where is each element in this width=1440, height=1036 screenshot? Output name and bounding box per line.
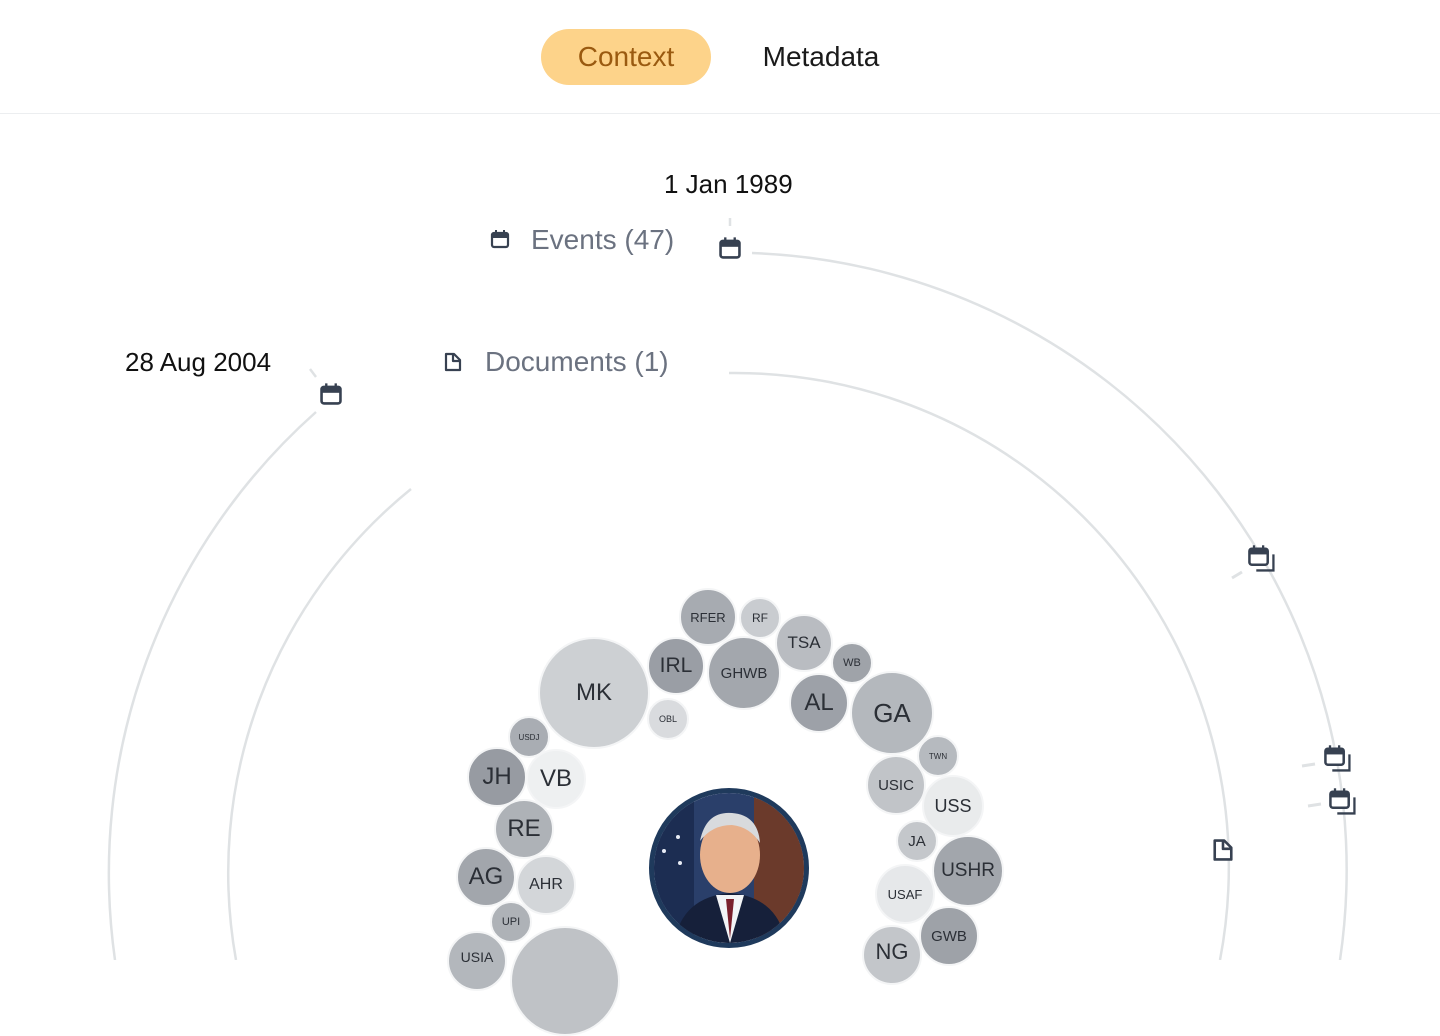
entity-bubble[interactable]: [510, 926, 620, 1036]
entity-bubble[interactable]: UPI: [490, 901, 532, 943]
entity-bubble[interactable]: USHR: [932, 835, 1004, 907]
entity-bubble[interactable]: TWN: [917, 735, 959, 777]
entity-bubble[interactable]: AL: [789, 673, 849, 733]
end-date-tick: [309, 368, 317, 378]
entity-bubble[interactable]: JH: [467, 747, 527, 807]
documents-category-label[interactable]: Documents (1): [485, 346, 669, 378]
event-tick: [1231, 570, 1243, 580]
event-tick: [1307, 802, 1322, 808]
events-ring: [751, 251, 1348, 960]
calendar-icon: [490, 230, 510, 249]
entity-bubble[interactable]: AG: [456, 847, 516, 907]
portrait-image: [654, 793, 804, 943]
timeline-start-date: 1 Jan 1989: [664, 169, 793, 199]
entity-bubble[interactable]: GHWB: [707, 636, 781, 710]
entity-bubble[interactable]: NG: [862, 925, 922, 985]
events-ring-left: [107, 411, 317, 960]
calendar-stack-icon[interactable]: [1327, 786, 1359, 818]
calendar-icon[interactable]: [717, 235, 743, 261]
entity-bubble[interactable]: JA: [896, 820, 938, 862]
entity-bubble[interactable]: USIC: [866, 755, 926, 815]
calendar-icon[interactable]: [318, 381, 344, 407]
documents-ring-left: [226, 488, 412, 960]
calendar-stack-icon[interactable]: [1246, 543, 1278, 575]
subject-portrait[interactable]: [649, 788, 809, 948]
entity-bubble[interactable]: OBL: [647, 698, 689, 740]
entity-bubble[interactable]: WB: [831, 642, 873, 684]
entity-bubble[interactable]: RE: [494, 799, 554, 859]
event-tick: [1301, 762, 1316, 768]
entity-bubble[interactable]: RF: [739, 597, 781, 639]
document-icon: [444, 352, 462, 372]
timeline-end-date: 28 Aug 2004: [125, 347, 272, 377]
entity-bubble[interactable]: MK: [538, 637, 650, 749]
entity-bubble[interactable]: IRL: [647, 637, 705, 695]
entity-bubble[interactable]: VB: [526, 749, 586, 809]
calendar-stack-icon[interactable]: [1322, 743, 1354, 775]
context-visualization: 1 Jan 1989 28 Aug 2004 Events (47) Docum…: [0, 0, 1440, 1036]
entity-bubble[interactable]: RFER: [679, 588, 737, 646]
entity-bubble[interactable]: USIA: [447, 931, 507, 991]
entity-bubble[interactable]: TSA: [775, 614, 833, 672]
events-category-label[interactable]: Events (47): [531, 224, 674, 256]
entity-bubble[interactable]: GWB: [919, 906, 979, 966]
document-icon[interactable]: [1210, 837, 1236, 863]
